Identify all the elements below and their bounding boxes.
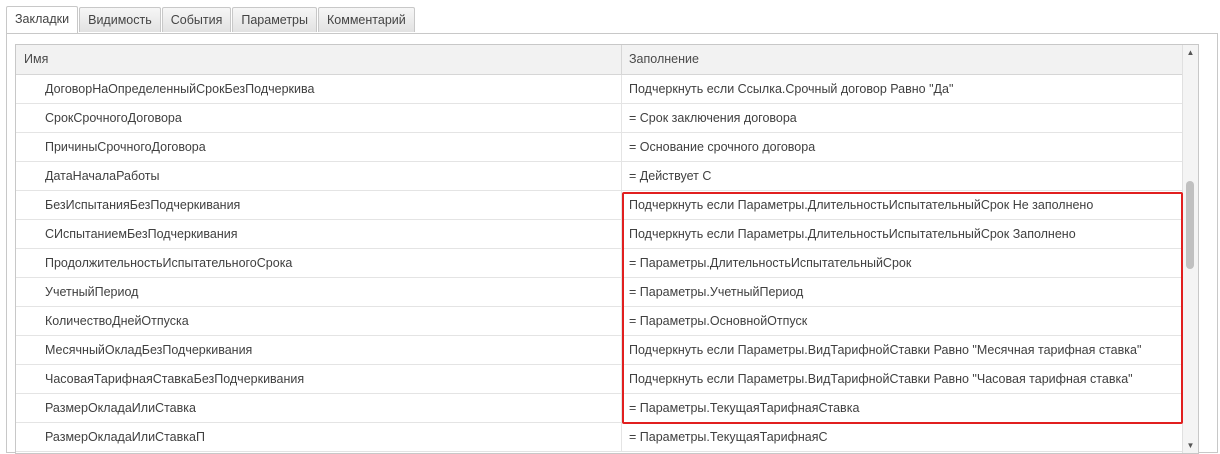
- column-divider: [621, 394, 622, 422]
- tab-3[interactable]: Параметры: [232, 7, 317, 32]
- table-row[interactable]: ПричиныСрочногоДоговора = Основание срочн…: [16, 133, 1184, 162]
- column-header-fill[interactable]: Заполнение: [629, 45, 699, 74]
- row-name: ДоговорНаОпределенныйСрокБезПодчеркива: [45, 82, 315, 96]
- table-body: ДоговорНаОпределенныйСрокБезПодчеркива По…: [16, 75, 1184, 452]
- scroll-down-icon[interactable]: ▼: [1183, 438, 1198, 453]
- column-divider: [621, 162, 622, 190]
- row-fill: = Основание срочного договора: [629, 140, 816, 154]
- row-name: МесячныйОкладБезПодчеркивания: [45, 343, 253, 357]
- column-divider: [621, 307, 622, 335]
- column-divider: [621, 45, 622, 74]
- table-row[interactable]: БезИспытанияБезПодчеркивания Подчеркнуть …: [16, 191, 1184, 220]
- table-row[interactable]: ПродолжительностьИспытательногоСрока = Па…: [16, 249, 1184, 278]
- column-divider: [621, 191, 622, 219]
- row-name: СИспытаниемБезПодчеркивания: [45, 227, 238, 241]
- scroll-up-icon[interactable]: ▲: [1183, 45, 1198, 60]
- table-row[interactable]: СрокСрочногоДоговора = Срок заключения до…: [16, 104, 1184, 133]
- scroll-thumb[interactable]: [1186, 181, 1194, 269]
- column-divider: [621, 75, 622, 103]
- row-fill: Подчеркнуть если Параметры.ВидТарифнойСт…: [629, 343, 1142, 357]
- row-fill: = Параметры.ТекущаяТарифнаяСтавка: [629, 401, 860, 415]
- row-fill: = Срок заключения договора: [629, 111, 797, 125]
- row-fill: = Действует С: [629, 169, 712, 183]
- row-name: КоличествоДнейОтпуска: [45, 314, 189, 328]
- row-fill: Подчеркнуть если Параметры.ВидТарифнойСт…: [629, 372, 1133, 386]
- row-fill: Подчеркнуть если Ссылка.Срочный договор …: [629, 82, 954, 96]
- row-name: РазмерОкладаИлиСтавка: [45, 401, 196, 415]
- tab-0[interactable]: Закладки: [6, 6, 79, 33]
- row-fill: Подчеркнуть если Параметры.ДлительностьИ…: [629, 227, 1076, 241]
- row-name: ПродолжительностьИспытательногоСрока: [45, 256, 293, 270]
- row-name: ДатаНачалаРаботы: [45, 169, 160, 183]
- row-fill: = Параметры.ДлительностьИспытательныйСро…: [629, 256, 912, 270]
- column-divider: [621, 133, 622, 161]
- row-name: ЧасоваяТарифнаяСтавкаБезПодчеркивания: [45, 372, 305, 386]
- column-divider: [621, 365, 622, 393]
- row-fill: = Параметры.УчетныйПериод: [629, 285, 804, 299]
- row-fill: Подчеркнуть если Параметры.ДлительностьИ…: [629, 198, 1094, 212]
- row-fill: = Параметры.ТекущаяТарифнаяС: [629, 430, 828, 444]
- table-row[interactable]: РазмерОкладаИлиСтавка = Параметры.Текущая…: [16, 394, 1184, 423]
- tab-4[interactable]: Комментарий: [318, 7, 415, 32]
- table-header: Имя Заполнение: [16, 45, 1184, 75]
- column-divider: [621, 278, 622, 306]
- table-row[interactable]: МесячныйОкладБезПодчеркивания Подчеркнуть…: [16, 336, 1184, 365]
- row-name: РазмерОкладаИлиСтавкаП: [45, 430, 205, 444]
- table-row[interactable]: ЧасоваяТарифнаяСтавкаБезПодчеркивания Под…: [16, 365, 1184, 394]
- row-name: ПричиныСрочногоДоговора: [45, 140, 206, 154]
- column-divider: [621, 104, 622, 132]
- column-header-name[interactable]: Имя: [24, 45, 48, 74]
- column-divider: [621, 220, 622, 248]
- tab-2[interactable]: События: [161, 7, 232, 32]
- table-row[interactable]: СИспытаниемБезПодчеркивания Подчеркнуть е…: [16, 220, 1184, 249]
- vertical-scrollbar[interactable]: ▲ ▼: [1182, 45, 1198, 453]
- bookmarks-table: Имя Заполнение ДоговорНаОпределенныйСрок…: [15, 44, 1199, 454]
- row-name: БезИспытанияБезПодчеркивания: [45, 198, 241, 212]
- table-row[interactable]: РазмерОкладаИлиСтавкаП = Параметры.Текуща…: [16, 423, 1184, 452]
- tab-1[interactable]: Видимость: [79, 7, 161, 32]
- row-fill: = Параметры.ОсновнойОтпуск: [629, 314, 808, 328]
- table-row[interactable]: ДатаНачалаРаботы = Действует С: [16, 162, 1184, 191]
- column-divider: [621, 336, 622, 364]
- tab-bar: Закладки Видимость События Параметры Коммент…: [6, 6, 416, 33]
- table-row[interactable]: УчетныйПериод = Параметры.УчетныйПериод: [16, 278, 1184, 307]
- column-divider: [621, 249, 622, 277]
- row-name: СрокСрочногоДоговора: [45, 111, 182, 125]
- table-row[interactable]: КоличествоДнейОтпуска = Параметры.Основно…: [16, 307, 1184, 336]
- row-name: УчетныйПериод: [45, 285, 139, 299]
- table-row[interactable]: ДоговорНаОпределенныйСрокБезПодчеркива По…: [16, 75, 1184, 104]
- column-divider: [621, 423, 622, 451]
